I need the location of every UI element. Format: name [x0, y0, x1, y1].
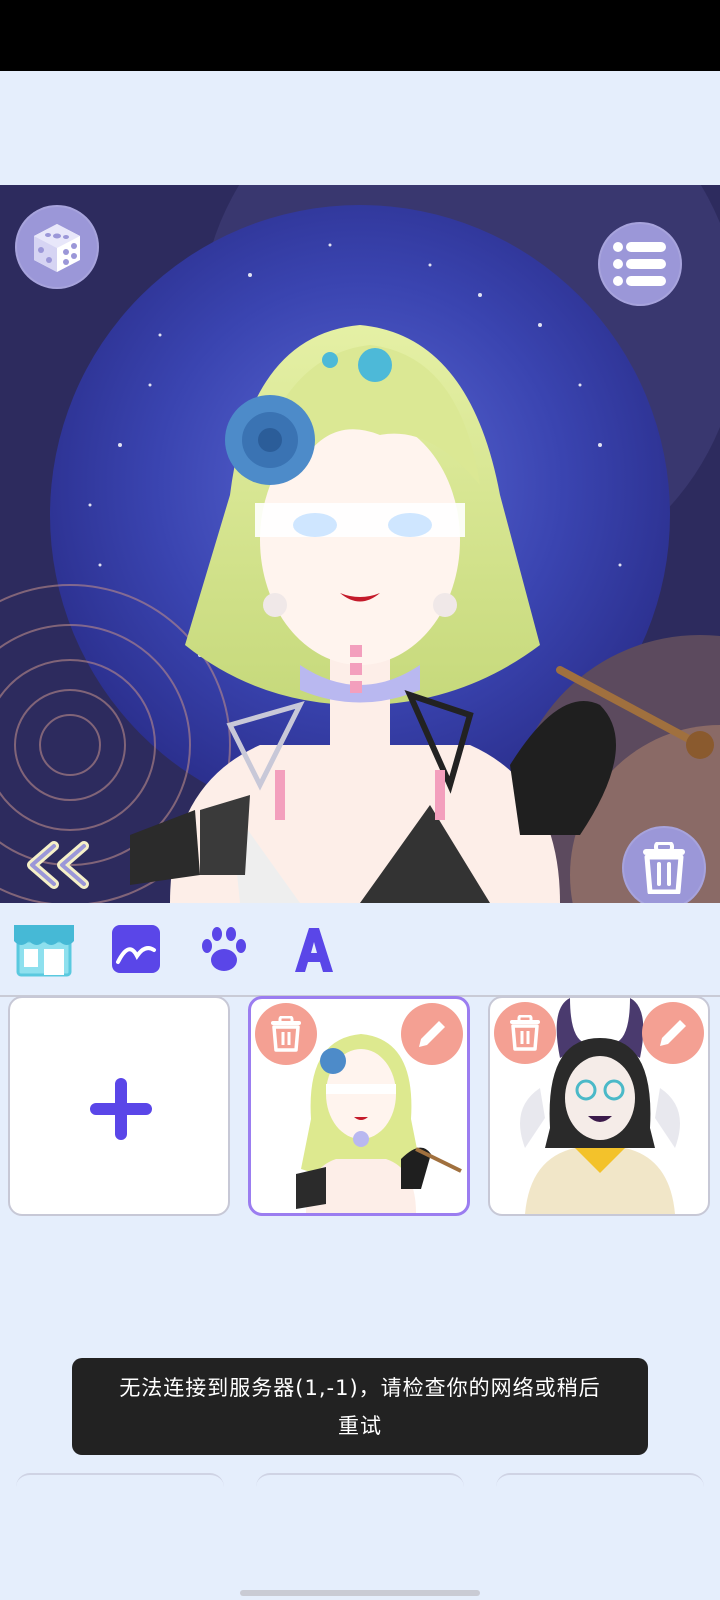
new-character-slot[interactable]	[8, 996, 230, 1216]
plus-icon	[90, 1078, 152, 1140]
trash-icon	[271, 1016, 301, 1052]
paw-icon	[202, 927, 246, 971]
slot-edit-button[interactable]	[401, 1003, 463, 1065]
tab-pets[interactable]	[192, 917, 256, 981]
trash-icon	[643, 842, 685, 894]
trash-icon	[510, 1015, 540, 1051]
randomize-button[interactable]	[15, 205, 99, 289]
slot-delete-button[interactable]	[255, 1003, 317, 1065]
delete-character-button[interactable]	[622, 826, 706, 910]
slot-edit-button[interactable]	[642, 1002, 704, 1064]
slot-row-edge	[256, 1473, 464, 1495]
tab-shop[interactable]	[12, 917, 76, 981]
saved-character-slot-2[interactable]	[488, 996, 710, 1216]
list-icon	[613, 242, 666, 286]
store-icon	[14, 925, 74, 977]
home-indicator[interactable]	[240, 1590, 480, 1596]
top-banner-area	[0, 71, 720, 185]
slot-delete-button[interactable]	[494, 1002, 556, 1064]
network-error-toast: 无法连接到服务器(1,-1)，请检查你的网络或稍后重试	[72, 1358, 648, 1455]
tab-background[interactable]	[104, 917, 168, 981]
dice-icon	[34, 224, 80, 272]
pencil-icon	[419, 1021, 445, 1047]
slot-row-edge	[496, 1473, 704, 1495]
landscape-icon	[112, 925, 160, 973]
toast-message: 无法连接到服务器(1,-1)，请检查你的网络或稍后重试	[119, 1375, 601, 1438]
category-toolbar	[0, 903, 720, 997]
tab-text[interactable]	[282, 917, 346, 981]
status-bar	[0, 0, 720, 71]
double-chevron-left-icon	[27, 841, 89, 889]
pencil-icon	[660, 1020, 686, 1046]
letter-a-icon	[295, 928, 333, 972]
slot-row-edge	[16, 1473, 224, 1495]
menu-button[interactable]	[598, 222, 682, 306]
collapse-button[interactable]	[22, 840, 92, 890]
saved-character-slot-1[interactable]	[248, 996, 470, 1216]
